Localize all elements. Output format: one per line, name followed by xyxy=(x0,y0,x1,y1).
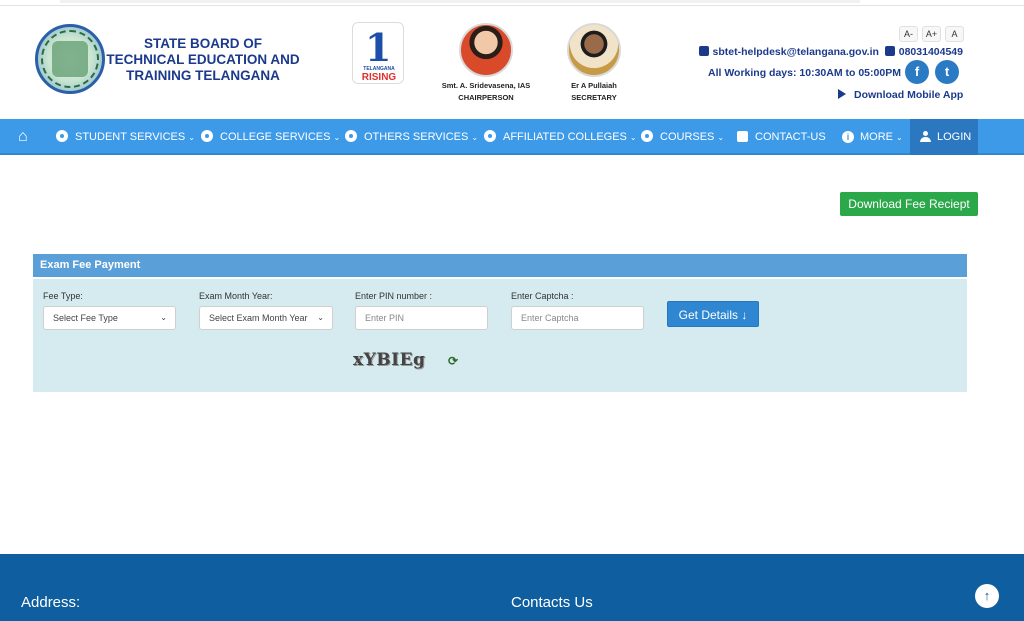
download-fee-receipt-button[interactable]: Download Fee Reciept xyxy=(840,192,978,216)
rising-big-text: RISING xyxy=(361,72,397,83)
chairperson-caption: Smt. A. Sridevasena, IAS CHAIRPERSON xyxy=(436,80,536,104)
gear-icon xyxy=(56,130,68,142)
twitter-icon[interactable]: t xyxy=(935,60,959,84)
chevron-down-icon: ⌄ xyxy=(471,133,479,142)
arrow-up-icon[interactable]: ↑ xyxy=(975,584,999,608)
gear-icon xyxy=(345,130,357,142)
helpdesk-phone[interactable]: 08031404549 xyxy=(899,46,963,58)
fee-type-select[interactable]: Select Fee Type ⌄ xyxy=(43,306,176,330)
site-header: STATE BOARD OF TECHNICAL EDUCATION AND T… xyxy=(0,6,1024,119)
chevron-down-icon: ⌄ xyxy=(160,313,167,322)
user-icon xyxy=(920,131,931,142)
chevron-down-icon: ⌄ xyxy=(717,133,725,142)
font-increase-button[interactable]: A+ xyxy=(922,26,941,42)
nav-label: COLLEGE SERVICES xyxy=(220,131,331,143)
get-details-button[interactable]: Get Details ↓ xyxy=(667,301,759,327)
exam-fee-form-panel xyxy=(33,279,967,392)
nav-more[interactable]: i MORE ⌄ xyxy=(842,119,903,155)
main-navigation: ⌂ STUDENT SERVICES ⌄ COLLEGE SERVICES ⌄ OT… xyxy=(0,119,1024,155)
chevron-down-icon: ⌄ xyxy=(317,313,324,322)
captcha-image: xYBIEg xyxy=(353,350,426,370)
secretary-caption: Er A Pullaiah SECRETARY xyxy=(544,80,644,104)
refresh-icon[interactable]: ⟳ xyxy=(448,354,458,368)
contact-line: sbtet-helpdesk@telangana.gov.in 08031404… xyxy=(698,46,963,58)
chevron-down-icon: ⌄ xyxy=(896,133,903,142)
org-title: STATE BOARD OF TECHNICAL EDUCATION AND T… xyxy=(106,36,300,83)
font-reset-button[interactable]: A xyxy=(945,26,964,42)
nav-login[interactable]: LOGIN xyxy=(910,119,978,155)
top-scroll-strip xyxy=(60,0,860,3)
nav-label: AFFILIATED COLLEGES xyxy=(503,131,627,143)
sbtet-logo[interactable] xyxy=(35,24,105,94)
nav-courses[interactable]: COURSES ⌄ xyxy=(641,119,724,155)
email-icon xyxy=(698,46,709,56)
nav-student-services[interactable]: STUDENT SERVICES ⌄ xyxy=(56,119,195,155)
play-icon xyxy=(838,89,846,99)
phone-icon xyxy=(884,46,895,56)
nav-label: COURSES xyxy=(660,131,715,143)
captcha-label: Enter Captcha : xyxy=(511,291,574,301)
pin-label: Enter PIN number : xyxy=(355,291,433,301)
font-size-controls: A- A+ A xyxy=(899,26,964,42)
panel-title: Exam Fee Payment xyxy=(33,254,967,277)
nav-affiliated-colleges[interactable]: AFFILIATED COLLEGES ⌄ xyxy=(484,119,637,155)
fee-type-value: Select Fee Type xyxy=(53,313,118,323)
gear-icon xyxy=(201,130,213,142)
secretary-photo xyxy=(567,23,621,77)
nav-contact-us[interactable]: CONTACT-US xyxy=(737,119,826,155)
download-app-label: Download Mobile App xyxy=(854,89,964,101)
gear-icon xyxy=(484,130,496,142)
chevron-down-icon: ⌄ xyxy=(333,133,341,142)
gear-icon xyxy=(641,130,653,142)
chairperson-role: CHAIRPERSON xyxy=(458,93,514,102)
info-icon: i xyxy=(842,131,854,143)
secretary-role: SECRETARY xyxy=(571,93,617,102)
chevron-down-icon: ⌄ xyxy=(629,133,637,142)
font-decrease-button[interactable]: A- xyxy=(899,26,918,42)
nav-label: CONTACT-US xyxy=(755,131,826,143)
home-icon[interactable]: ⌂ xyxy=(18,119,28,155)
chevron-down-icon: ⌄ xyxy=(188,133,195,142)
rising-number: 1 xyxy=(365,25,392,70)
site-footer: Address: Contacts Us xyxy=(0,554,1024,621)
exam-month-year-label: Exam Month Year: xyxy=(199,291,273,301)
fee-type-label: Fee Type: xyxy=(43,291,83,301)
download-mobile-app-link[interactable]: Download Mobile App xyxy=(838,89,963,101)
footer-address-title: Address: xyxy=(21,594,81,611)
exam-month-year-value: Select Exam Month Year xyxy=(209,313,308,323)
nav-college-services[interactable]: COLLEGE SERVICES ⌄ xyxy=(201,119,340,155)
logo-emblem xyxy=(52,41,88,77)
helpdesk-email[interactable]: sbtet-helpdesk@telangana.gov.in xyxy=(713,46,879,58)
nav-label: STUDENT SERVICES xyxy=(75,131,186,143)
footer-contacts-title: Contacts Us xyxy=(511,594,593,611)
telangana-rising-logo: 1 TELANGANA RISING xyxy=(352,22,404,84)
exam-month-year-select[interactable]: Select Exam Month Year ⌄ xyxy=(199,306,333,330)
working-hours: All Working days: 10:30AM to 05:00PM xyxy=(708,67,901,79)
secretary-name: Er A Pullaiah xyxy=(571,81,617,90)
chairperson-photo xyxy=(459,23,513,77)
nav-label: LOGIN xyxy=(937,131,972,143)
contact-card-icon xyxy=(737,131,748,142)
nav-label: OTHERS SERVICES xyxy=(364,131,469,143)
facebook-icon[interactable]: f xyxy=(905,60,929,84)
nav-others-services[interactable]: OTHERS SERVICES ⌄ xyxy=(345,119,478,155)
nav-label: MORE xyxy=(860,131,893,143)
chairperson-name: Smt. A. Sridevasena, IAS xyxy=(441,81,531,90)
captcha-input[interactable]: Enter Captcha xyxy=(511,306,644,330)
pin-input[interactable]: Enter PIN xyxy=(355,306,488,330)
